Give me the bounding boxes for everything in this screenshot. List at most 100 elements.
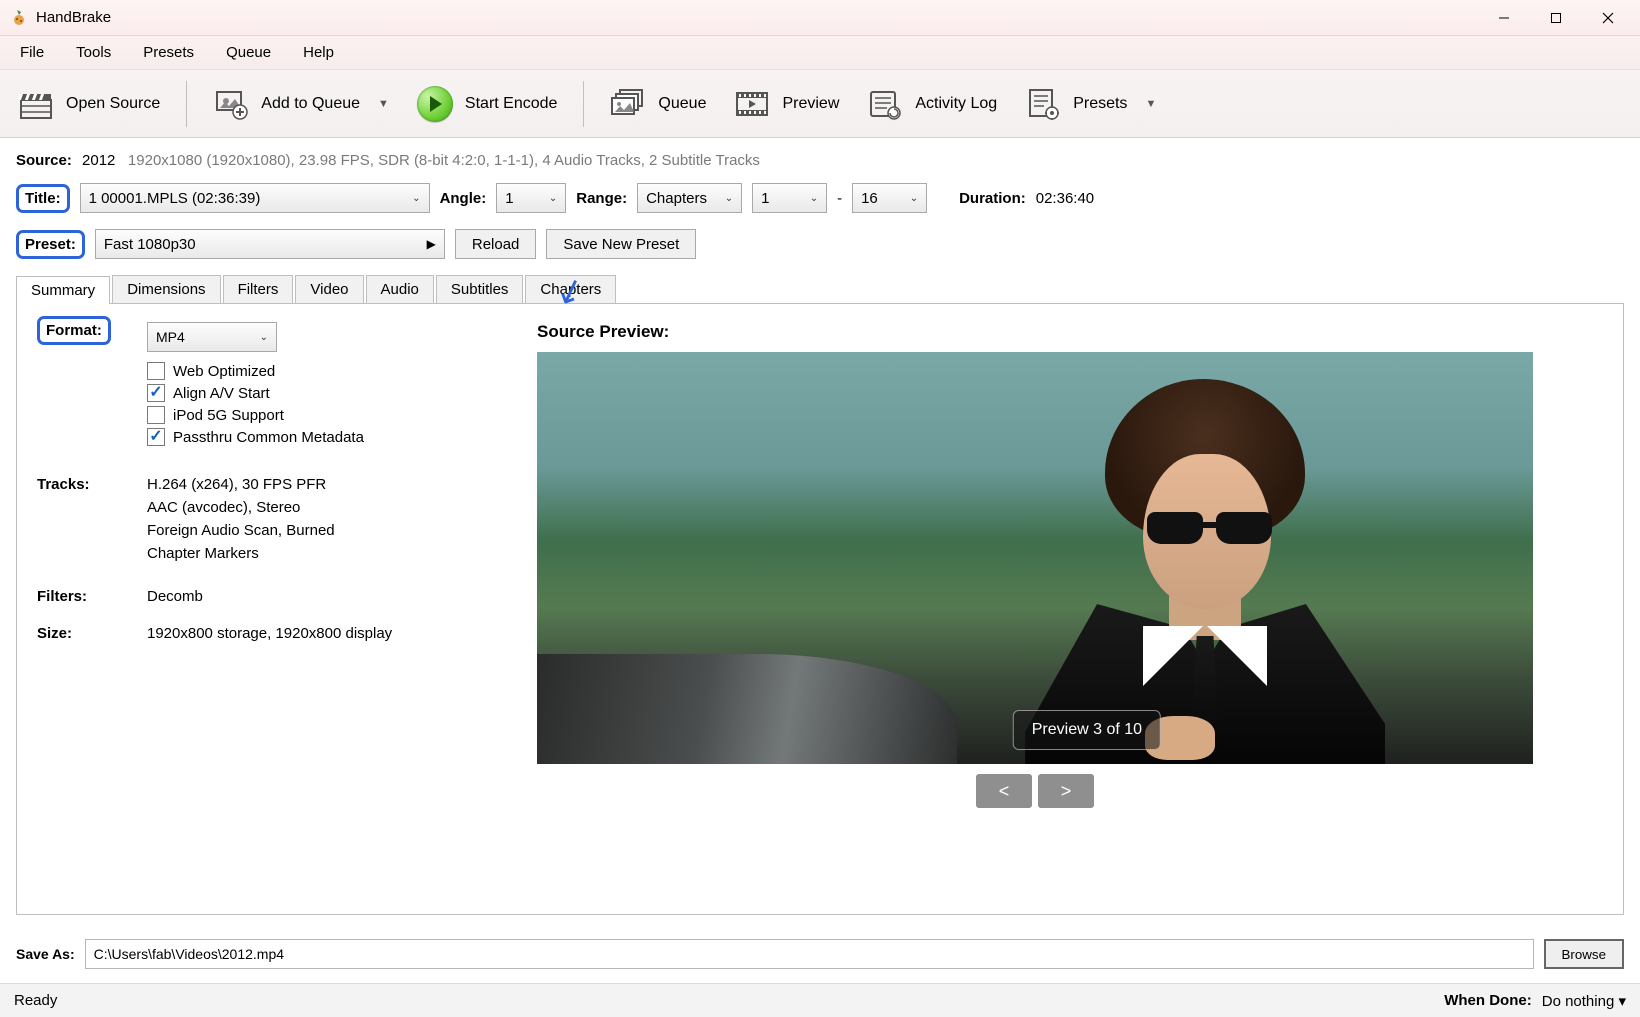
range-to-dropdown[interactable]: 16 ⌄ [852, 183, 927, 213]
app-title: HandBrake [36, 9, 111, 26]
app-icon [10, 9, 28, 27]
chevron-down-icon: ⌄ [412, 193, 420, 204]
titlebar: HandBrake [0, 0, 1640, 36]
passthru-checkbox[interactable]: Passthru Common Metadata [147, 428, 364, 446]
align-av-checkbox[interactable]: Align A/V Start [147, 384, 364, 402]
when-done-label: When Done: [1444, 992, 1532, 1009]
checkbox-icon [147, 362, 165, 380]
track-line: H.264 (x264), 30 FPS PFR [147, 476, 335, 493]
source-name: 2012 [82, 152, 115, 169]
range-label: Range: [576, 190, 627, 207]
minimize-button[interactable] [1478, 0, 1530, 36]
title-dropdown[interactable]: 1 00001.MPLS (02:36:39) ⌄ [80, 183, 430, 213]
add-to-queue-button[interactable]: Add to Queue ▼ [205, 80, 397, 128]
menu-file[interactable]: File [6, 40, 58, 65]
range-to: 16 [861, 190, 878, 207]
size-value: 1920x800 storage, 1920x800 display [147, 625, 392, 642]
chevron-down-icon: ⌄ [725, 193, 733, 204]
angle-label: Angle: [440, 190, 487, 207]
content-area: Source: 2012 1920x1080 (1920x1080), 23.9… [0, 138, 1640, 925]
menu-presets[interactable]: Presets [129, 40, 208, 65]
status-text: Ready [14, 992, 57, 1009]
preview-button[interactable]: Preview [726, 80, 847, 128]
tabstrip: Summary Dimensions Filters Video Audio S… [16, 275, 1624, 303]
checkbox-checked-icon [147, 384, 165, 402]
statusbar: Ready When Done: Do nothing ▾ [0, 983, 1640, 1017]
checkbox-icon [147, 406, 165, 424]
source-info: 1920x1080 (1920x1080), 23.98 FPS, SDR (8… [128, 152, 760, 169]
format-label: Format: [37, 316, 111, 345]
tab-filters[interactable]: Filters [223, 275, 294, 303]
source-label: Source: [16, 152, 72, 169]
menu-tools[interactable]: Tools [62, 40, 125, 65]
presets-icon [1025, 86, 1061, 122]
start-encode-button[interactable]: Start Encode [409, 80, 566, 128]
checkbox-checked-icon [147, 428, 165, 446]
tab-dimensions[interactable]: Dimensions [112, 275, 220, 303]
presets-button[interactable]: Presets ▼ [1017, 80, 1164, 128]
close-button[interactable] [1582, 0, 1634, 36]
menu-queue[interactable]: Queue [212, 40, 285, 65]
format-dropdown[interactable]: MP4 ⌄ [147, 322, 277, 352]
menubar: File Tools Presets Queue Help [0, 36, 1640, 70]
preset-row: Preset: Fast 1080p30 ▶ Reload Save New P… [16, 229, 1624, 259]
size-label: Size: [37, 625, 147, 642]
maximize-button[interactable] [1530, 0, 1582, 36]
preview-label: Preview [782, 95, 839, 113]
preset-dropdown[interactable]: Fast 1080p30 ▶ [95, 229, 445, 259]
when-done-dropdown[interactable]: Do nothing ▾ [1542, 992, 1626, 1010]
activity-log-button[interactable]: Activity Log [859, 80, 1005, 128]
tracks-label: Tracks: [37, 476, 147, 568]
summary-left: Format: MP4 ⌄ Web Optimized Align A/V St… [37, 322, 497, 654]
chevron-down-icon: ⌄ [260, 332, 268, 343]
chevron-down-icon: ▼ [378, 98, 389, 110]
browse-button[interactable]: Browse [1544, 939, 1624, 969]
summary-panel: Format: MP4 ⌄ Web Optimized Align A/V St… [16, 303, 1624, 915]
queue-add-icon [213, 86, 249, 122]
source-preview-image: Preview 3 of 10 [537, 352, 1533, 764]
duration-label: Duration: [959, 190, 1026, 207]
preview-next-button[interactable]: > [1038, 774, 1094, 808]
preset-value: Fast 1080p30 [104, 236, 196, 253]
source-preview-title: Source Preview: [537, 322, 1603, 342]
open-source-button[interactable]: Open Source [10, 80, 168, 128]
tab-summary[interactable]: Summary [16, 276, 110, 304]
tab-subtitles[interactable]: Subtitles [436, 275, 524, 303]
open-source-label: Open Source [66, 95, 160, 113]
format-value: MP4 [156, 329, 185, 345]
preview-prev-button[interactable]: < [976, 774, 1032, 808]
preview-counter-badge: Preview 3 of 10 [1013, 710, 1161, 750]
range-sep: - [837, 190, 842, 207]
duration-value: 02:36:40 [1036, 190, 1094, 207]
range-mode-dropdown[interactable]: Chapters ⌄ [637, 183, 742, 213]
ipod-checkbox[interactable]: iPod 5G Support [147, 406, 364, 424]
source-line: Source: 2012 1920x1080 (1920x1080), 23.9… [16, 152, 1624, 169]
preview-icon [734, 86, 770, 122]
save-as-label: Save As: [16, 946, 75, 962]
chevron-down-icon: ▾ [1618, 993, 1626, 1010]
activity-log-icon [867, 86, 903, 122]
toolbar-separator [186, 81, 187, 127]
filters-value: Decomb [147, 588, 203, 605]
queue-button[interactable]: Queue [602, 80, 714, 128]
tab-video[interactable]: Video [295, 275, 363, 303]
range-from-dropdown[interactable]: 1 ⌄ [752, 183, 827, 213]
save-new-preset-button[interactable]: Save New Preset [546, 229, 696, 259]
angle-dropdown[interactable]: 1 ⌄ [496, 183, 566, 213]
title-value: 1 00001.MPLS (02:36:39) [89, 190, 261, 207]
chevron-down-icon: ▼ [1145, 98, 1156, 110]
menu-help[interactable]: Help [289, 40, 348, 65]
web-optimized-checkbox[interactable]: Web Optimized [147, 362, 364, 380]
save-as-input[interactable] [85, 939, 1534, 969]
clapper-icon [18, 86, 54, 122]
chevron-down-icon: ⌄ [910, 193, 918, 204]
tab-audio[interactable]: Audio [366, 275, 434, 303]
chevron-down-icon: ⌄ [810, 193, 818, 204]
start-encode-label: Start Encode [465, 95, 558, 113]
reload-button[interactable]: Reload [455, 229, 537, 259]
title-label: Title: [16, 184, 70, 213]
preset-label: Preset: [16, 230, 85, 259]
range-from: 1 [761, 190, 769, 207]
track-line: Chapter Markers [147, 545, 335, 562]
presets-label: Presets [1073, 95, 1127, 113]
